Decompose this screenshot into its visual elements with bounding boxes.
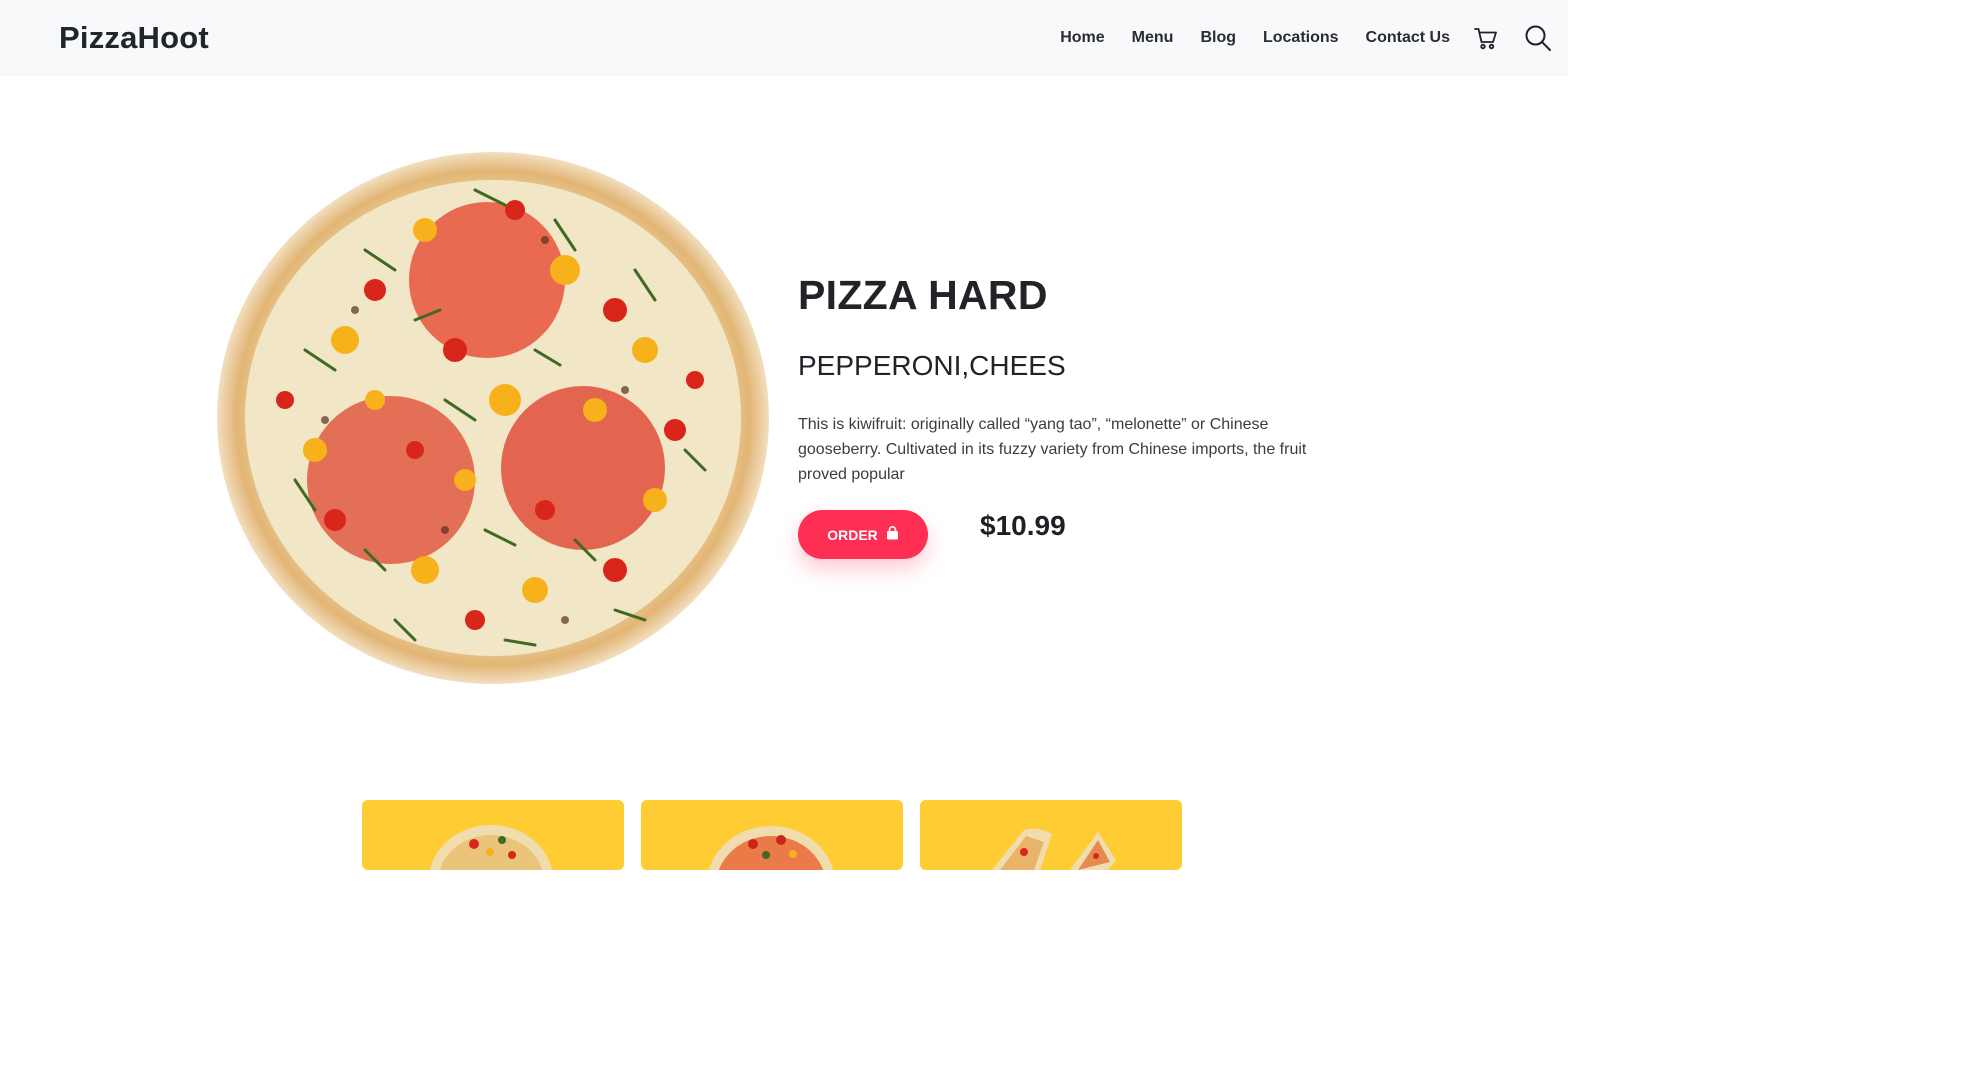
order-button-label: ORDER [827,526,878,543]
product-subtitle: PEPPERONI,CHEES [798,350,1066,381]
main-nav: Home Menu Blog Locations Contact Us [1060,0,1554,76]
nav-home[interactable]: Home [1060,0,1104,76]
nav-blog[interactable]: Blog [1200,0,1236,76]
pizza-slices-thumbnail [992,828,1116,870]
pizza-card-3[interactable] [920,800,1182,870]
pizza-thumbnail [430,825,552,870]
pizza-image [215,150,775,690]
site-header: PizzaHoot Home Menu Blog Locations Conta… [0,0,1568,76]
cart-icon[interactable] [1470,22,1502,54]
brand-logo[interactable]: PizzaHoot [59,20,209,56]
product-title: PIZZA HARD [798,272,1048,318]
pizza-card-2[interactable] [641,800,903,870]
product-price: $10.99 [980,510,1066,541]
order-button[interactable]: ORDER [798,510,928,559]
nav-menu[interactable]: Menu [1132,0,1174,76]
product-description: This is kiwifruit: originally called “ya… [798,416,1307,483]
nav-locations[interactable]: Locations [1263,0,1339,76]
pizza-card-1[interactable] [362,800,624,870]
shopping-bag-icon [886,526,899,543]
search-icon[interactable] [1522,22,1554,54]
pizza-thumbnail [708,826,834,870]
nav-contact-us[interactable]: Contact Us [1366,0,1450,76]
